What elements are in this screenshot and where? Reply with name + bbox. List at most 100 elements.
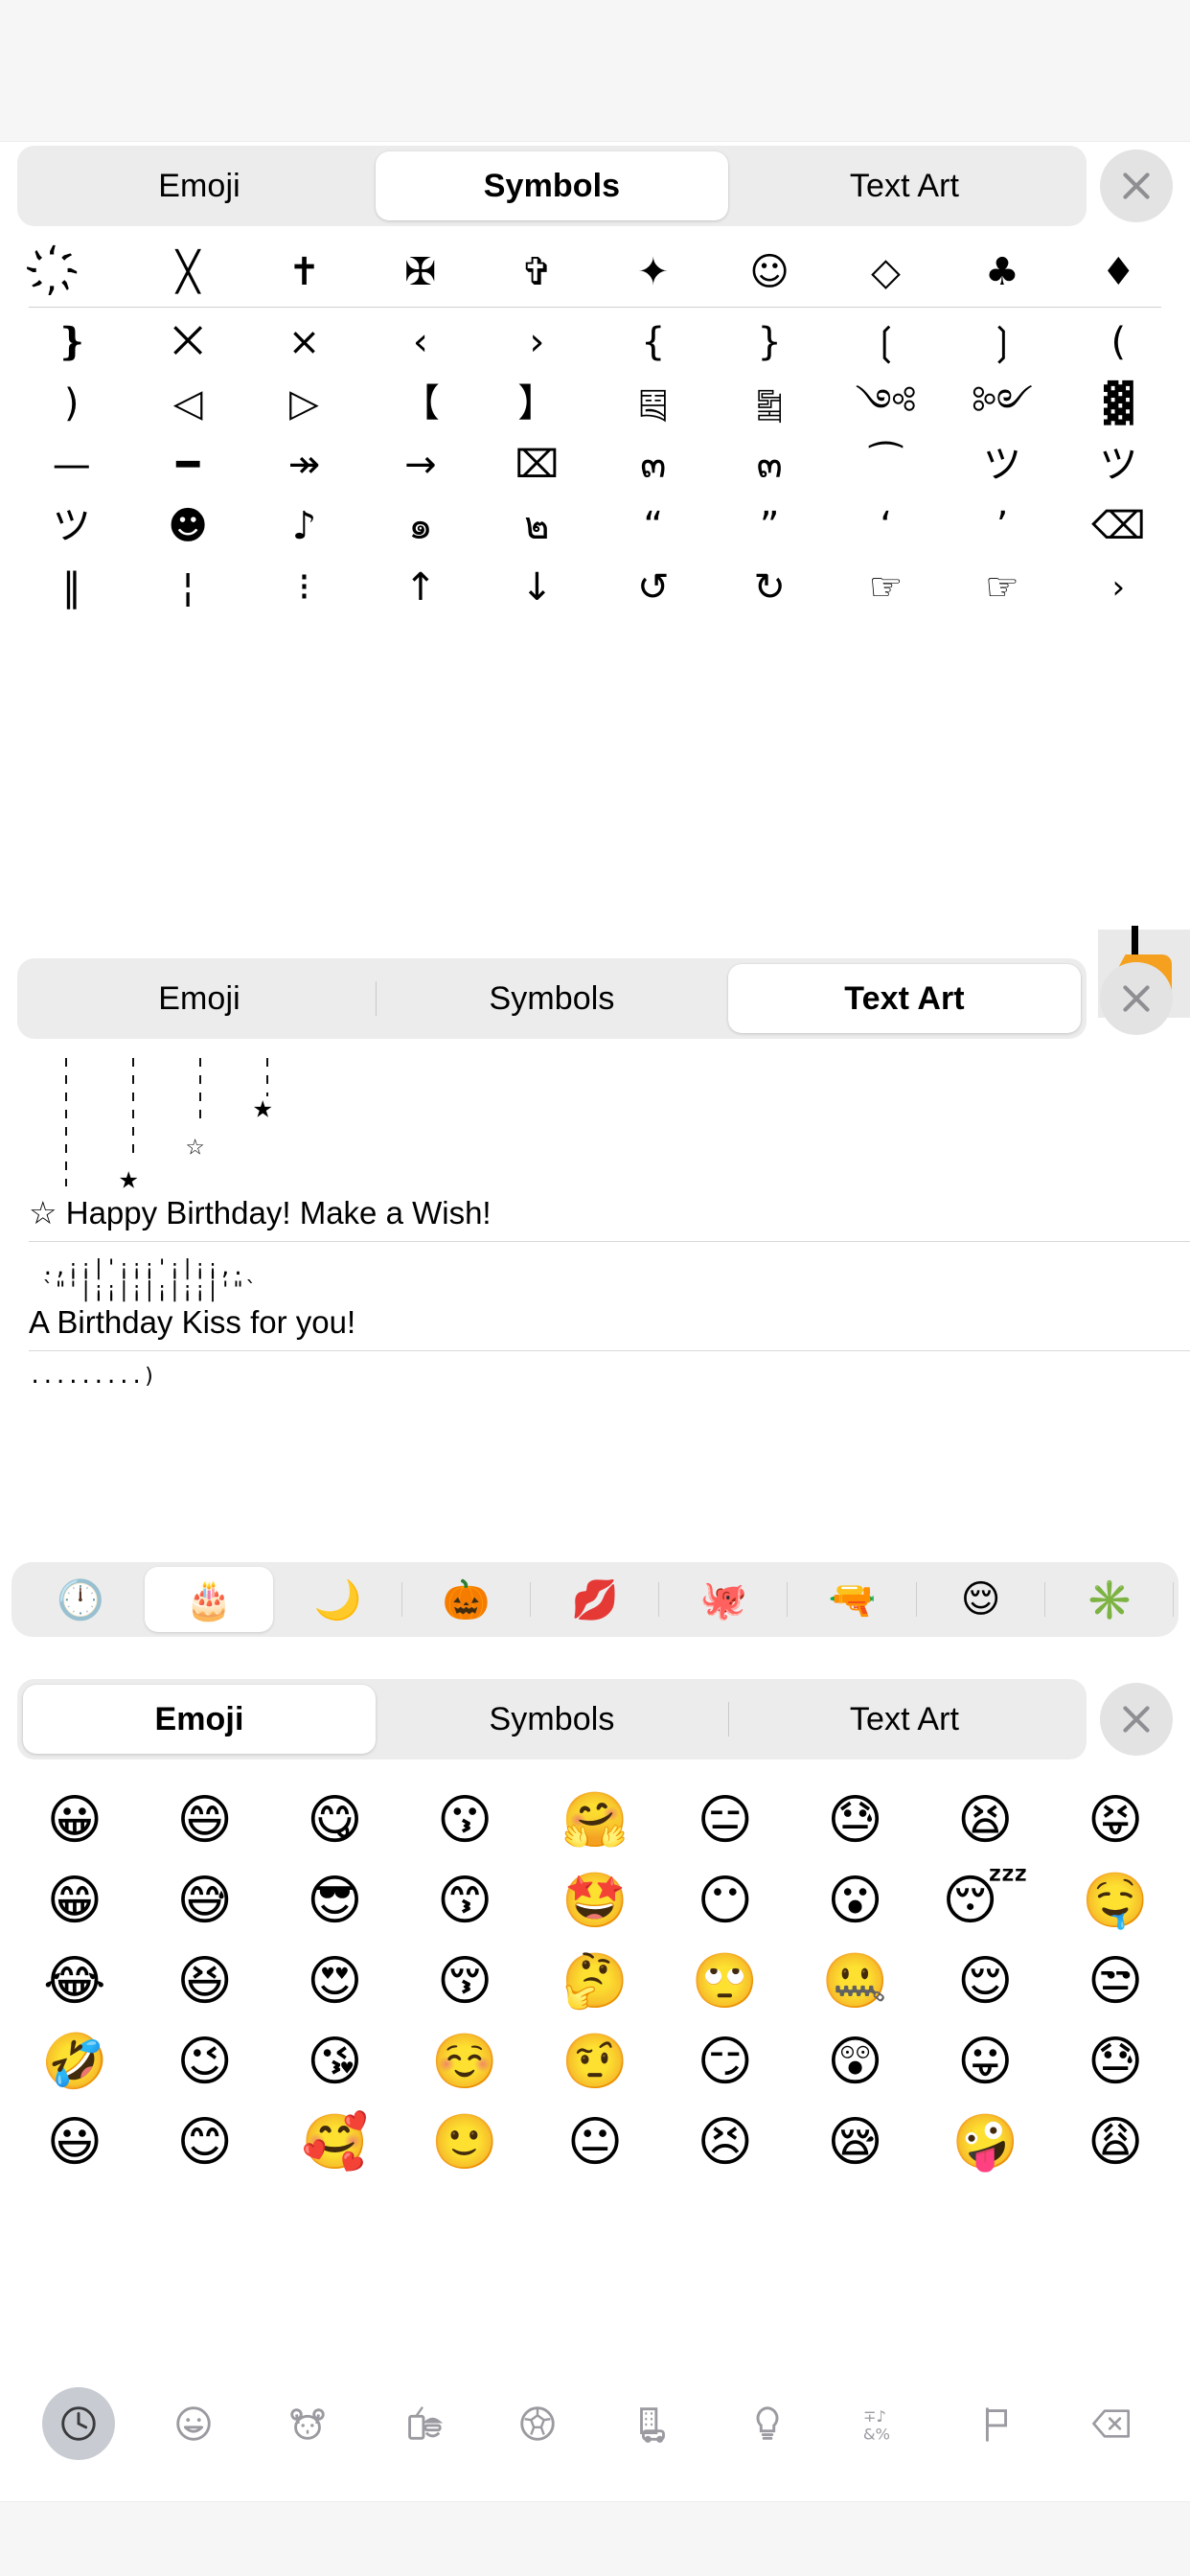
- symbol-key[interactable]: ❵: [13, 311, 129, 373]
- close-button[interactable]: [1100, 150, 1173, 222]
- emoji-category-octopus[interactable]: 🐙: [659, 1567, 789, 1632]
- kb-food-button[interactable]: [365, 2387, 480, 2460]
- emoji-key[interactable]: 😐: [530, 2103, 660, 2183]
- symbol-key[interactable]: ☻: [129, 495, 245, 557]
- symbol-key[interactable]: ◇: [828, 242, 944, 303]
- symbol-key[interactable]: ✝: [246, 242, 362, 303]
- tab-text-art[interactable]: Text Art: [728, 151, 1081, 220]
- kb-objects-button[interactable]: [710, 2387, 825, 2460]
- symbol-key[interactable]: }: [711, 311, 827, 373]
- tab-emoji[interactable]: Emoji: [23, 151, 377, 220]
- symbol-key[interactable]: ”: [711, 495, 827, 557]
- tab-text-art-3[interactable]: Text Art: [728, 1685, 1081, 1754]
- symbol-key[interactable]: ’: [944, 495, 1060, 557]
- emoji-key[interactable]: 🤩: [530, 1861, 660, 1942]
- symbol-key[interactable]: ⌫: [1061, 495, 1177, 557]
- chevron-right-icon[interactable]: ›: [1061, 557, 1177, 618]
- kb-activity-button[interactable]: [480, 2387, 595, 2460]
- symbol-key[interactable]: (: [1061, 311, 1177, 373]
- emoji-key[interactable]: 😶: [660, 1861, 790, 1942]
- emoji-key[interactable]: 🤤: [1050, 1861, 1180, 1942]
- symbol-key[interactable]: ツ: [1061, 434, 1177, 495]
- emoji-key[interactable]: 😎: [270, 1861, 400, 1942]
- emoji-key[interactable]: 😄: [140, 1781, 270, 1861]
- symbol-key[interactable]: —: [13, 434, 129, 495]
- symbol-key[interactable]: ⌧: [479, 434, 595, 495]
- symbol-key[interactable]: ♣: [944, 242, 1060, 303]
- emoji-key[interactable]: 🙂: [400, 2103, 530, 2183]
- symbol-key[interactable]: ツ: [13, 495, 129, 557]
- symbol-key[interactable]: ): [13, 373, 129, 434]
- symbol-key[interactable]: ༖: [711, 373, 827, 434]
- emoji-key[interactable]: 😍: [270, 1942, 400, 2022]
- tab-symbols[interactable]: Symbols: [376, 151, 728, 220]
- symbol-key[interactable]: ༺: [828, 373, 944, 434]
- emoji-key[interactable]: 😊: [140, 2103, 270, 2183]
- emoji-key[interactable]: 😉: [140, 2022, 270, 2103]
- symbol-key[interactable]: ‖: [13, 557, 129, 618]
- emoji-key[interactable]: 😌: [920, 1942, 1050, 2022]
- emoji-key[interactable]: 😆: [140, 1942, 270, 2022]
- emoji-key[interactable]: 😙: [400, 1861, 530, 1942]
- tab-symbols-2[interactable]: Symbols: [376, 964, 728, 1033]
- text-art-item[interactable]: .........): [0, 1351, 1190, 1397]
- symbol-key[interactable]: ↑: [362, 557, 478, 618]
- symbol-key[interactable]: ❲: [828, 311, 944, 373]
- symbol-key[interactable]: ๓: [595, 434, 711, 495]
- emoji-key[interactable]: 😃: [10, 2103, 140, 2183]
- symbol-key[interactable]: ༻: [944, 373, 1060, 434]
- emoji-key[interactable]: 🤪: [920, 2103, 1050, 2183]
- kb-smileys-button[interactable]: [136, 2387, 251, 2460]
- symbol-key[interactable]: ▷: [246, 373, 362, 434]
- close-button-2[interactable]: [1100, 962, 1173, 1035]
- symbol-key[interactable]: ╳: [129, 242, 245, 303]
- symbol-key[interactable]: ‘: [828, 495, 944, 557]
- symbol-key[interactable]: ⁝: [246, 557, 362, 618]
- symbol-key[interactable]: ҉: [13, 242, 129, 303]
- symbol-key[interactable]: ♦: [1061, 242, 1177, 303]
- symbol-key[interactable]: 【: [362, 373, 478, 434]
- symbol-key[interactable]: ◁: [129, 373, 245, 434]
- symbol-key[interactable]: ✠: [362, 242, 478, 303]
- symbol-key[interactable]: ⨉: [129, 311, 245, 373]
- kb-animals-button[interactable]: [251, 2387, 366, 2460]
- tab-text-art-2[interactable]: Text Art: [728, 964, 1081, 1033]
- symbol-key[interactable]: ๑: [362, 495, 478, 557]
- symbol-key[interactable]: 】: [479, 373, 595, 434]
- symbol-key[interactable]: ↓: [479, 557, 595, 618]
- emoji-key[interactable]: 😫: [920, 1781, 1050, 1861]
- emoji-key[interactable]: 😓: [790, 1781, 921, 1861]
- tab-emoji-2[interactable]: Emoji: [23, 964, 377, 1033]
- emoji-category-recent-clock[interactable]: 🕛: [16, 1567, 145, 1632]
- emoji-category-sparkle-asterisks[interactable]: ✳️: [1045, 1567, 1174, 1632]
- emoji-category-water-pistol[interactable]: 🔫: [788, 1567, 917, 1632]
- emoji-key[interactable]: 😛: [920, 2022, 1050, 2103]
- emoji-key[interactable]: 😩: [1050, 2103, 1180, 2183]
- emoji-key[interactable]: 😓: [1050, 2022, 1180, 2103]
- emoji-key[interactable]: 😏: [660, 2022, 790, 2103]
- symbol-key[interactable]: ¦: [129, 557, 245, 618]
- symbol-key[interactable]: ♪: [246, 495, 362, 557]
- emoji-category-kiss-mark[interactable]: 💋: [531, 1567, 660, 1632]
- symbol-key[interactable]: ☞: [828, 557, 944, 618]
- emoji-key[interactable]: 😅: [140, 1861, 270, 1942]
- emoji-category-birthday-cake[interactable]: 🎂: [145, 1567, 274, 1632]
- text-art-item[interactable]: .,¡¡|'¡¡¡'¡|¡¡,. `"'|¡¡|¡|¡|¡¡|'"` A Bir…: [0, 1242, 1190, 1350]
- symbol-key[interactable]: ☞: [944, 557, 1060, 618]
- symbol-key[interactable]: ↠: [246, 434, 362, 495]
- emoji-category-crescent-moon[interactable]: 🌙: [273, 1567, 402, 1632]
- symbol-key[interactable]: ›: [479, 311, 595, 373]
- symbol-key[interactable]: ❳: [944, 311, 1060, 373]
- emoji-key[interactable]: 😘: [270, 2022, 400, 2103]
- emoji-category-jack-o-lantern[interactable]: 🎃: [402, 1567, 531, 1632]
- symbol-key[interactable]: ▓: [1061, 373, 1177, 434]
- kb-backspace-button[interactable]: [1054, 2387, 1169, 2460]
- close-button-3[interactable]: [1100, 1683, 1173, 1756]
- emoji-key[interactable]: 😮: [790, 1861, 921, 1942]
- symbol-key[interactable]: ━: [129, 434, 245, 495]
- symbol-key[interactable]: ☺: [711, 242, 827, 303]
- emoji-key[interactable]: 😴: [920, 1861, 1050, 1942]
- kb-flags-button[interactable]: [939, 2387, 1054, 2460]
- tab-symbols-3[interactable]: Symbols: [376, 1685, 729, 1754]
- emoji-key[interactable]: 🤣: [10, 2022, 140, 2103]
